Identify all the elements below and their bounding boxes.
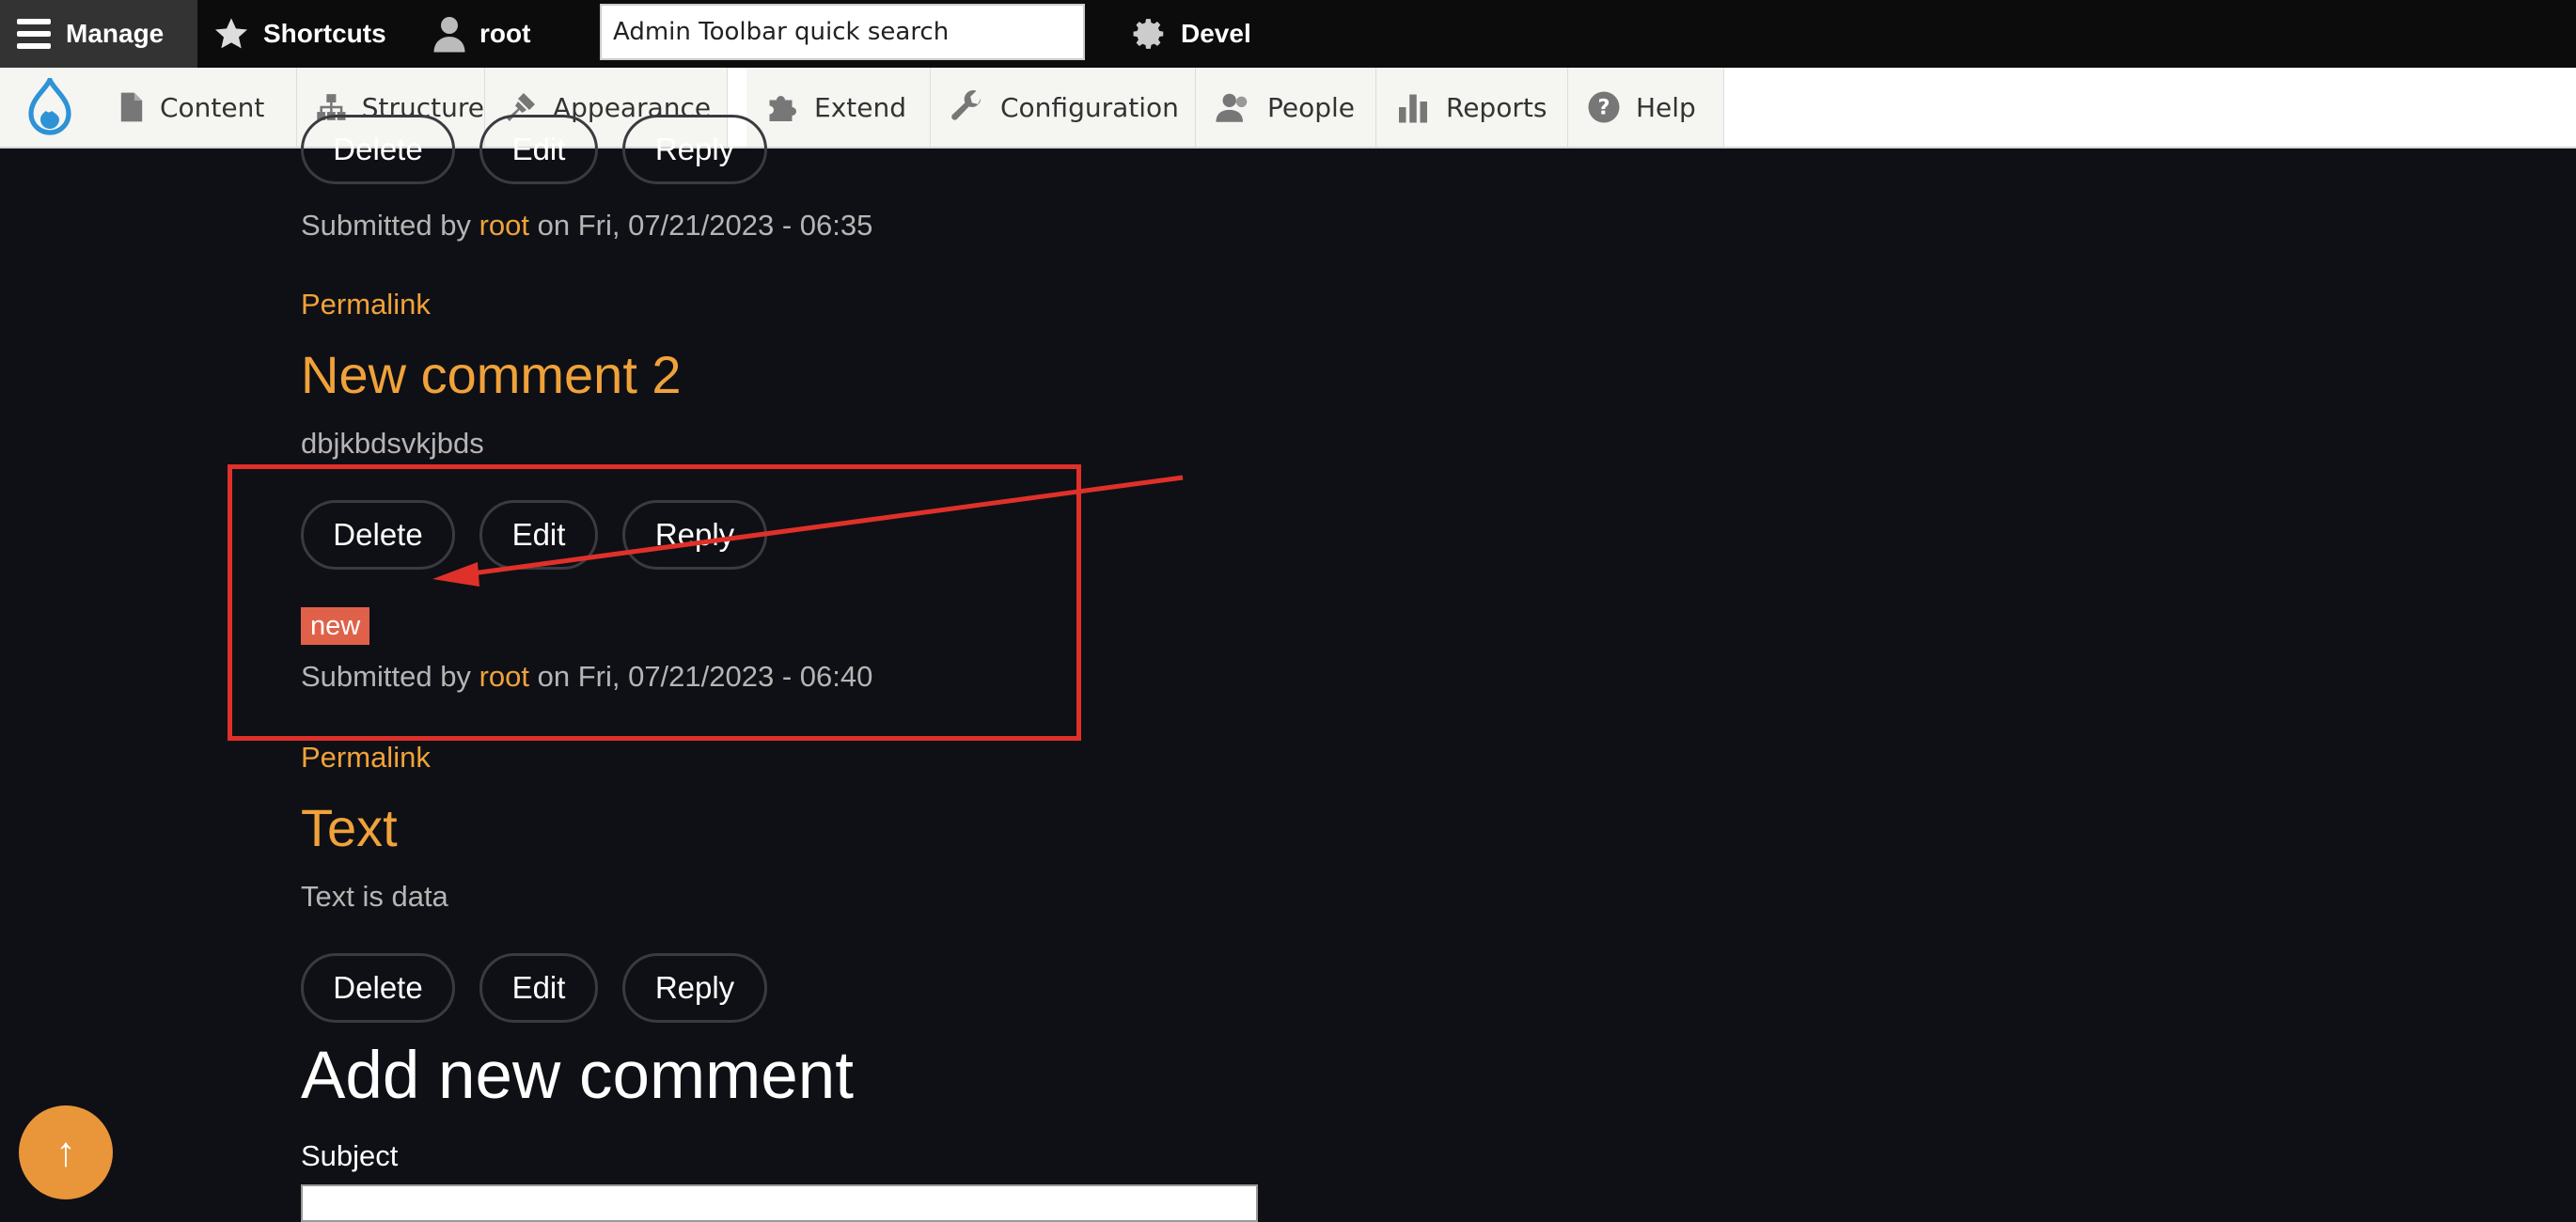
user-icon (433, 17, 465, 53)
question-icon: ? (1588, 91, 1620, 123)
devel-tab[interactable]: Devel (1132, 0, 1251, 68)
tray-item-help[interactable]: ? Help (1568, 68, 1724, 147)
main-content: Delete Edit Reply Submitted by root on F… (0, 115, 2576, 1222)
tray-item-reports[interactable]: Reports (1376, 68, 1568, 147)
drupal-drop-icon (28, 78, 71, 135)
tray-label-extend: Extend (814, 91, 906, 123)
bar-chart-icon (1399, 94, 1427, 123)
user-tab[interactable]: root (432, 0, 530, 68)
gear-icon (1133, 19, 1164, 49)
svg-text:?: ? (1597, 96, 1610, 120)
star-icon (215, 18, 247, 49)
tray-item-people[interactable]: People (1196, 68, 1376, 147)
manage-label: Manage (66, 19, 165, 48)
annotation-arrow (432, 475, 1184, 587)
shortcuts-label: Shortcuts (263, 19, 386, 48)
devel-label: Devel (1181, 19, 1251, 48)
tray-label-people: People (1267, 91, 1356, 123)
user-label: root (479, 19, 531, 48)
puzzle-icon (769, 96, 796, 121)
wrench-icon (951, 89, 982, 120)
tray-item-extend[interactable]: Extend (746, 68, 931, 147)
arrow-up-icon: ↑ (55, 1129, 76, 1175)
tray-label-configuration: Configuration (1000, 91, 1179, 123)
admin-toolbar: Manage Shortcuts root Devel (0, 0, 2576, 68)
tray-label-reports: Reports (1446, 91, 1547, 123)
back-to-top-button[interactable]: ↑ (19, 1105, 113, 1199)
admin-toolbar-search-input[interactable] (600, 4, 1085, 60)
hamburger-icon (17, 19, 51, 49)
manage-tab[interactable]: Manage (0, 0, 197, 68)
tray-item-content[interactable]: Content (100, 68, 297, 147)
people-icon (1216, 93, 1248, 122)
tray-item-configuration[interactable]: Configuration (931, 68, 1196, 147)
tray-label-content: Content (160, 91, 265, 123)
tray-label-help: Help (1636, 91, 1696, 123)
shortcuts-tab[interactable]: Shortcuts (212, 0, 386, 68)
home-logo[interactable] (0, 68, 101, 147)
document-icon (120, 92, 143, 122)
